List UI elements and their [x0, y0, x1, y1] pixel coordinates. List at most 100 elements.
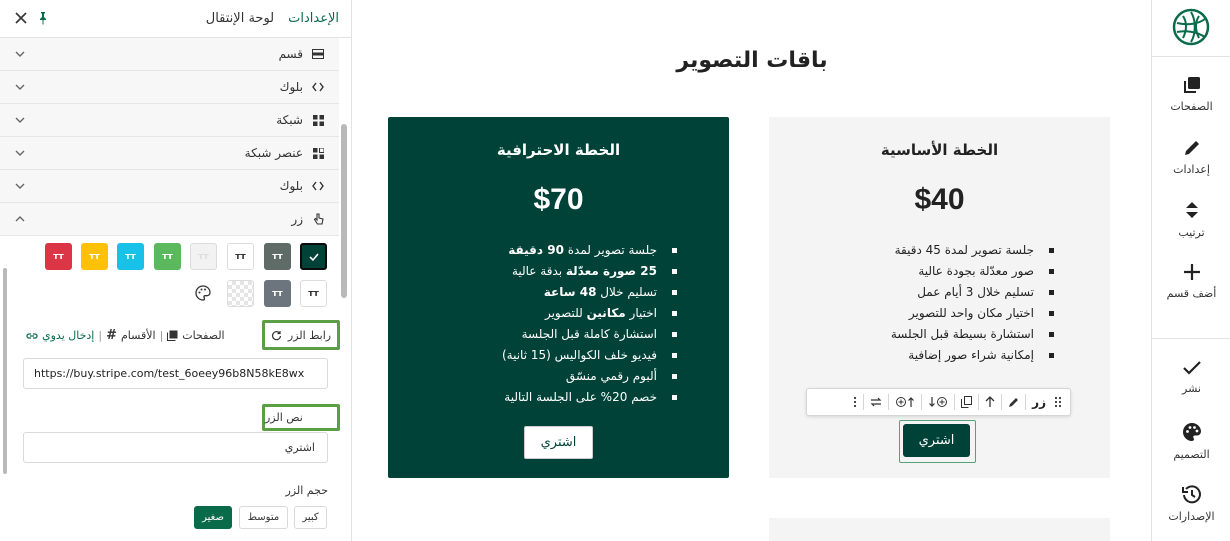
pin-icon[interactable] — [36, 11, 50, 28]
color-swatch[interactable]: ᴛᴛ — [264, 243, 291, 270]
button-url-input[interactable] — [23, 358, 328, 389]
rail-item-label: التصميم — [1173, 448, 1210, 461]
next-section-preview[interactable] — [769, 518, 1110, 541]
block-icon — [311, 179, 325, 193]
toolbar-element-label: زر — [1032, 395, 1046, 409]
tree-item-grid-item[interactable]: عنصر شبكة — [0, 137, 339, 170]
divider — [1025, 394, 1027, 410]
color-swatch-selected[interactable] — [300, 243, 327, 270]
tree-item-section[interactable]: قسم — [0, 38, 339, 71]
tree-item-block[interactable]: بلوك — [0, 71, 339, 104]
link-option-pages[interactable]: الصفحات — [182, 329, 224, 342]
divider — [921, 394, 923, 410]
pricing-card-pro[interactable]: الخطة الاحترافية $70 جلسة تصوير لمدة 90 … — [388, 117, 729, 478]
settings-panel: الإعدادات لوحة الإنتقال قسم بلوك شبكة عن… — [0, 0, 352, 541]
list-item: استشارة كاملة قبل الجلسة — [502, 324, 678, 345]
element-tree: قسم بلوك شبكة عنصر شبكة بلوك زر — [0, 38, 351, 236]
chevron-down-icon[interactable] — [14, 81, 26, 96]
button-size-label: حجم الزر — [285, 484, 328, 497]
swap-icon[interactable] — [866, 389, 886, 415]
card-price: $70 — [533, 183, 584, 216]
color-swatch[interactable]: ᴛᴛ — [117, 243, 144, 270]
sort-icon — [1185, 202, 1198, 218]
rail-item-sort[interactable]: ترتيب — [1152, 200, 1230, 239]
list-item: ألبوم رقمي منسّق — [502, 366, 678, 387]
tree-item-label: بلوك — [279, 80, 303, 94]
copy-icon[interactable] — [957, 389, 976, 415]
buy-button[interactable]: اشتري — [903, 424, 970, 457]
tree-item-label: عنصر شبكة — [244, 146, 303, 160]
palette-icon[interactable] — [193, 283, 213, 303]
card-price: $40 — [914, 183, 965, 216]
rail-item-label: إعدادات — [1173, 163, 1210, 176]
page-title[interactable]: باقات التصوير — [353, 48, 1151, 73]
buy-button[interactable]: اشتري — [524, 426, 593, 459]
separator: | — [98, 329, 103, 342]
rail-item-label: أضف قسم — [1166, 287, 1217, 300]
link-icon — [26, 332, 38, 339]
tree-item-grid[interactable]: شبكة — [0, 104, 339, 137]
logo-icon[interactable] — [1171, 7, 1211, 47]
rail-item-pages[interactable]: الصفحات — [1152, 76, 1230, 113]
color-swatch[interactable]: ᴛᴛ — [264, 280, 291, 307]
section-icon — [311, 47, 325, 61]
list-item: 25 صورة معدّلة بدقة عالية — [502, 261, 678, 282]
button-text-label: نص الزر — [262, 404, 340, 431]
color-swatch[interactable]: ᴛᴛ — [190, 243, 217, 270]
chevron-down-icon[interactable] — [14, 114, 26, 129]
list-item: جلسة تصوير لمدة 45 دقيقة — [891, 240, 1055, 261]
arrow-up-icon[interactable] — [981, 389, 999, 415]
pages-icon — [167, 330, 178, 341]
more-icon[interactable] — [849, 389, 861, 415]
rail-item-publish[interactable]: نشر — [1152, 360, 1230, 395]
divider — [1152, 56, 1230, 57]
tree-item-block[interactable]: بلوك — [0, 170, 339, 203]
divider — [1001, 394, 1003, 410]
list-item: اختيار مكان واحد للتصوير — [891, 303, 1055, 324]
settings-scrollbar[interactable] — [3, 268, 7, 474]
panel-scrollbar[interactable] — [341, 124, 347, 298]
drag-handle-icon[interactable] — [1050, 389, 1066, 415]
check-icon — [1182, 361, 1201, 375]
size-small-button[interactable]: صغير — [194, 506, 232, 529]
reset-icon[interactable] — [271, 330, 282, 341]
divider — [863, 394, 865, 410]
card-title: الخطة الاحترافية — [496, 141, 621, 159]
grid-item-icon — [311, 146, 325, 160]
separator: | — [159, 329, 164, 342]
chevron-down-icon[interactable] — [14, 48, 26, 63]
color-swatch[interactable]: ᴛᴛ — [154, 243, 181, 270]
rail-item-versions[interactable]: الإصدارات — [1152, 484, 1230, 523]
pencil-icon[interactable] — [1004, 389, 1023, 415]
link-option-manual[interactable]: إدخال يدوي — [42, 329, 94, 342]
tab-navigator[interactable]: لوحة الإنتقال — [206, 11, 274, 26]
button-settings: ᴛᴛ ᴛᴛ ᴛᴛ ᴛᴛ ᴛᴛ ᴛᴛ ᴛᴛ ᴛᴛ ᴛᴛ رابط الزر إدخ… — [8, 238, 340, 541]
insert-below-icon[interactable] — [924, 389, 952, 415]
color-swatch[interactable]: ᴛᴛ — [227, 243, 254, 270]
chevron-down-icon[interactable] — [14, 147, 26, 162]
rail-item-design[interactable]: التصميم — [1152, 422, 1230, 461]
chevron-down-icon[interactable] — [14, 180, 26, 195]
tree-item-button[interactable]: زر — [0, 203, 339, 236]
size-large-button[interactable]: كبير — [294, 506, 327, 529]
insert-above-icon[interactable] — [891, 389, 919, 415]
rail-item-label: الإصدارات — [1168, 510, 1215, 523]
color-swatch[interactable]: ᴛᴛ — [81, 243, 108, 270]
color-swatch[interactable]: ᴛᴛ — [300, 280, 327, 307]
pages-icon — [1183, 77, 1200, 93]
rail-item-settings[interactable]: إعدادات — [1152, 139, 1230, 176]
link-option-sections[interactable]: الأقسام — [121, 329, 156, 342]
list-item: جلسة تصوير لمدة 90 دقيقة — [502, 240, 678, 261]
close-icon[interactable] — [14, 11, 28, 28]
rail-item-add-section[interactable]: أضف قسم — [1152, 263, 1230, 300]
size-medium-button[interactable]: متوسط — [239, 506, 288, 529]
tab-settings[interactable]: الإعدادات — [288, 11, 339, 26]
color-swatch[interactable]: ᴛᴛ — [45, 243, 72, 270]
button-text-input[interactable] — [23, 432, 328, 463]
link-type-options: إدخال يدوي | # الأقسام | الصفحات — [26, 328, 225, 343]
chevron-up-icon[interactable] — [14, 213, 26, 228]
transparent-swatch[interactable] — [227, 280, 254, 307]
pricing-card-basic[interactable]: الخطة الأساسية $40 جلسة تصوير لمدة 45 دق… — [769, 117, 1110, 478]
card-title: الخطة الأساسية — [880, 141, 999, 159]
divider — [1152, 338, 1230, 339]
